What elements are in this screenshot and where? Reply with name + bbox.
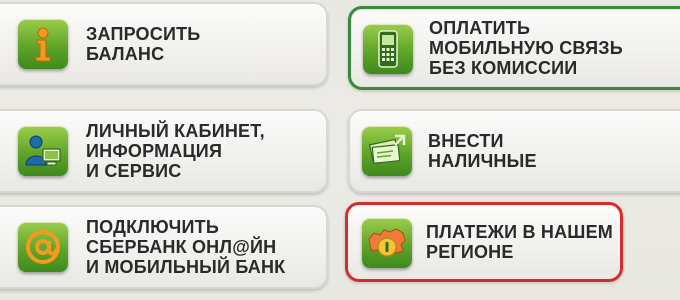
cash-deposit-icon	[362, 126, 412, 176]
connect-online-label: ПОДКЛЮЧИТЬ СБЕРБАНК ОНЛ@ЙН И МОБИЛЬНЫЙ Б…	[86, 217, 286, 277]
pay-mobile-label: ОПЛАТИТЬ МОБИЛЬНУЮ СВЯЗЬ БЕЗ КОМИССИИ	[429, 18, 623, 78]
region-map-icon	[362, 218, 412, 268]
regional-payments-label: ПЛАТЕЖИ В НАШЕМ РЕГИОНЕ	[426, 222, 613, 262]
deposit-cash-label: ВНЕСТИ НАЛИЧНЫЕ	[428, 131, 537, 171]
request-balance-button[interactable]: ЗАПРОСИТЬ БАЛАНС	[0, 2, 328, 86]
request-balance-label: ЗАПРОСИТЬ БАЛАНС	[86, 24, 201, 64]
user-computer-icon	[18, 126, 68, 176]
deposit-cash-button[interactable]: ВНЕСТИ НАЛИЧНЫЕ	[348, 109, 680, 193]
at-sign-icon	[18, 222, 68, 272]
personal-cabinet-label: ЛИЧНЫЙ КАБИНЕТ, ИНФОРМАЦИЯ И СЕРВИС	[86, 121, 265, 181]
personal-cabinet-button[interactable]: ЛИЧНЫЙ КАБИНЕТ, ИНФОРМАЦИЯ И СЕРВИС	[0, 109, 328, 193]
mobile-phone-icon	[363, 24, 413, 74]
info-icon	[18, 19, 68, 69]
connect-online-button[interactable]: ПОДКЛЮЧИТЬ СБЕРБАНК ОНЛ@ЙН И МОБИЛЬНЫЙ Б…	[0, 205, 328, 289]
pay-mobile-button[interactable]: ОПЛАТИТЬ МОБИЛЬНУЮ СВЯЗЬ БЕЗ КОМИССИИ	[348, 6, 680, 90]
regional-payments-button[interactable]: ПЛАТЕЖИ В НАШЕМ РЕГИОНЕ	[345, 202, 623, 282]
